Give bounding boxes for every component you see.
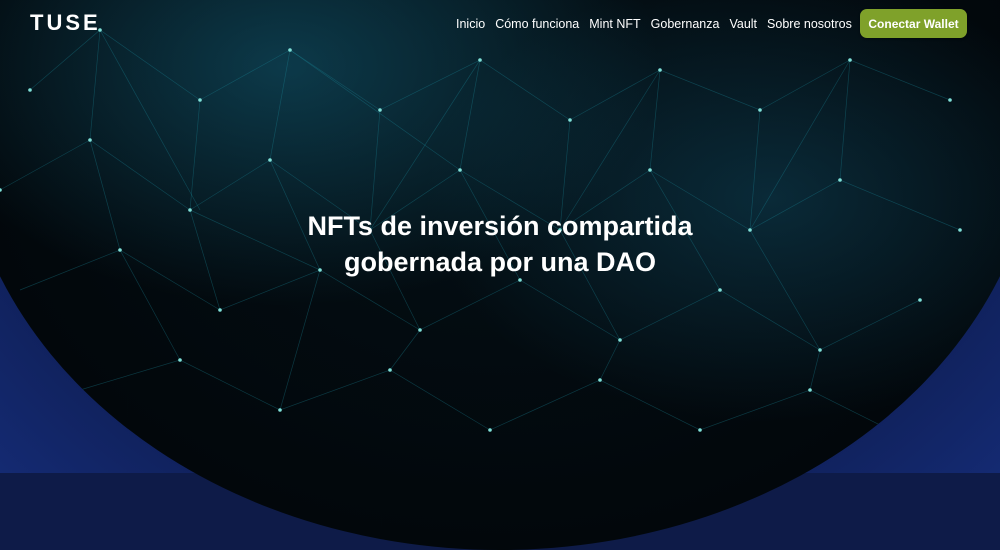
hero-section: NFTs de inversión compartida gobernada p… [0,208,1000,280]
connect-wallet-button[interactable]: Conectar Wallet [860,9,967,38]
top-navigation-bar: TUSE Inicio Cómo funciona Mint NFT Gober… [0,0,1000,48]
nav-link-vault[interactable]: Vault [729,17,757,31]
main-nav: Inicio Cómo funciona Mint NFT Gobernanza… [456,17,852,31]
tuse-logo[interactable]: TUSE [30,10,101,36]
nav-link-mint-nft[interactable]: Mint NFT [589,17,640,31]
nav-link-como-funciona[interactable]: Cómo funciona [495,17,579,31]
nav-link-inicio[interactable]: Inicio [456,17,485,31]
nav-link-gobernanza[interactable]: Gobernanza [651,17,720,31]
nav-link-sobre-nosotros[interactable]: Sobre nosotros [767,17,852,31]
hero-title-line-2: gobernada por una DAO [343,247,657,277]
hero-title: NFTs de inversión compartida gobernada p… [0,208,1000,280]
hero-title-line-1: NFTs de inversión compartida [307,211,693,241]
